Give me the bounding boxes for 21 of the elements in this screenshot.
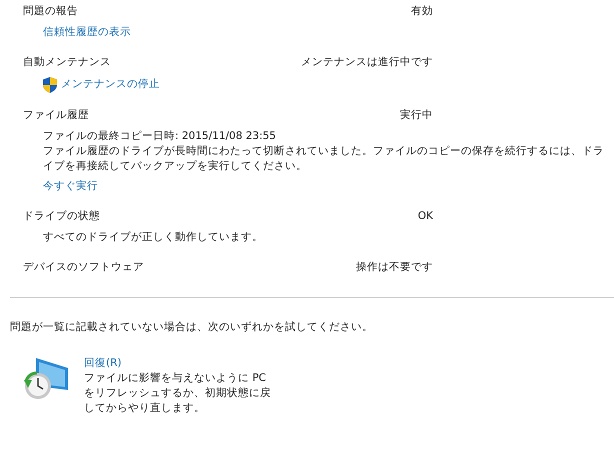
section-title: ファイル履歴	[23, 108, 89, 123]
hint-text: 問題が一覧に記載されていない場合は、次のいずれかを試してください。	[10, 320, 374, 336]
recovery-link[interactable]: 回復(R)	[84, 356, 279, 371]
status-text: 実行中	[400, 108, 433, 123]
option-description: ファイルに影響を与えないように PC をリフレッシュするか、初期状態に戻してからやり直します。	[84, 370, 272, 416]
link[interactable]: 信頼性履歴の表示	[43, 26, 131, 38]
status-text: OK	[418, 208, 433, 224]
status-text: メンテナンスは進行中です	[301, 55, 433, 70]
recovery-icon	[22, 356, 70, 402]
description-text: ファイル履歴のドライブが長時間にわたって切断されていました。ファイルのコピーの保存を続行するには、ドライブを再接続してバックアップを実行してください。	[43, 144, 605, 174]
section-title: 問題の報告	[23, 4, 78, 19]
description-text: ファイルの最終コピー日時: 2015/11/08 23:55	[43, 128, 277, 144]
status-text: 有効	[411, 4, 433, 19]
section-title: 自動メンテナンス	[23, 55, 111, 70]
section-title: ドライブの状態	[23, 208, 100, 224]
description-text: すべてのドライブが正しく動作しています。	[43, 230, 264, 245]
shield-icon	[43, 76, 57, 93]
link[interactable]: メンテナンスの停止	[61, 77, 160, 92]
link[interactable]: 今すぐ実行	[43, 180, 98, 192]
status-text: 操作は不要です	[356, 260, 433, 276]
section-title: デバイスのソフトウェア	[23, 260, 144, 276]
